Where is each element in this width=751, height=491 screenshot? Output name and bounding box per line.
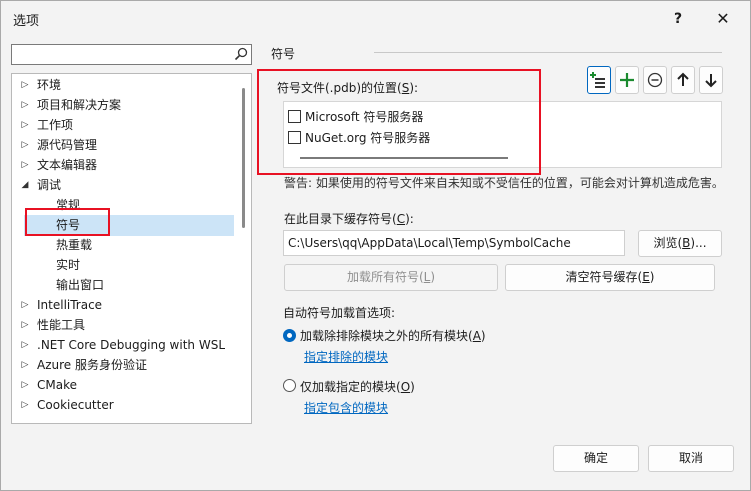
add-location-icon (590, 72, 605, 88)
tree-item-label: 工作项 (37, 118, 74, 132)
tree-item[interactable]: ▷ .NET Core Debugging with WSL (12, 335, 237, 355)
load-only-specified-label[interactable]: 仅加载指定的模块(O) (300, 378, 415, 395)
move-up-icon (677, 72, 689, 86)
add-button[interactable] (615, 66, 639, 94)
tree-item-label: 实时 (56, 258, 81, 272)
tree-item-label: 热重载 (56, 238, 93, 252)
tree-item-label: 源代码管理 (37, 138, 98, 152)
security-warning: 警告: 如果使用的符号文件来自未知或不受信任的位置，可能会对计算机造成危害。 (284, 176, 724, 190)
tree-item[interactable]: ▷ 工作项 (12, 115, 237, 135)
section-divider (374, 52, 722, 53)
tree-item-label: Cookiecutter (37, 398, 114, 412)
tree-scrollbar[interactable] (242, 88, 245, 228)
search-icon[interactable] (233, 46, 249, 62)
remove-icon (647, 72, 663, 88)
plus-icon (620, 73, 634, 87)
search-input[interactable] (11, 44, 252, 65)
tree-item[interactable]: 热重载 (12, 235, 237, 255)
move-down-icon (705, 74, 717, 88)
help-button[interactable]: ? (666, 7, 690, 31)
expand-arrow-icon[interactable]: ▷ (19, 135, 31, 155)
remove-button[interactable] (643, 66, 667, 94)
tree-item-label: 调试 (37, 178, 62, 192)
tree-item-label: 文本编辑器 (37, 158, 98, 172)
collapse-arrow-icon[interactable]: ◢ (19, 175, 31, 195)
section-title: 符号 (271, 47, 296, 61)
tree-item[interactable]: ▷ 环境 (12, 75, 237, 95)
cache-directory-input[interactable]: C:\Users\qq\AppData\Local\Temp\SymbolCac… (283, 230, 625, 256)
tree-item[interactable]: ◢ 调试 (12, 175, 237, 195)
tree-item-label: CMake (37, 378, 77, 392)
add-location-button[interactable] (587, 66, 611, 94)
tree-item[interactable]: ▷ Azure 服务身份验证 (12, 355, 237, 375)
move-down-button[interactable] (699, 66, 723, 94)
clear-symbol-cache-button[interactable]: 清空符号缓存(E) (505, 264, 715, 291)
expand-arrow-icon[interactable]: ▷ (19, 295, 31, 315)
tree-item[interactable]: ▷ 文本编辑器 (12, 155, 237, 175)
nuget-server-label[interactable]: NuGet.org 符号服务器 (305, 129, 430, 146)
expand-arrow-icon[interactable]: ▷ (19, 395, 31, 415)
expand-arrow-icon[interactable]: ▷ (19, 115, 31, 135)
tree-item[interactable]: ▷ Cookiecutter (12, 395, 237, 415)
expand-arrow-icon[interactable]: ▷ (19, 155, 31, 175)
cache-directory-label: 在此目录下缓存符号(C): (284, 212, 414, 226)
load-all-except-excluded-radio[interactable] (283, 329, 296, 342)
title-bar: 选项 ? ✕ (1, 1, 750, 37)
tree-item-label: 项目和解决方案 (37, 98, 122, 112)
tree-item-label: 性能工具 (37, 318, 86, 332)
close-button[interactable]: ✕ (711, 7, 735, 31)
load-all-symbols-button[interactable]: 加载所有符号(L) (284, 264, 498, 291)
expand-arrow-icon[interactable]: ▷ (19, 315, 31, 335)
tree-item-label: 环境 (37, 78, 62, 92)
tree-item[interactable]: 符号 (12, 215, 237, 235)
move-up-button[interactable] (671, 66, 695, 94)
microsoft-server-checkbox[interactable] (288, 110, 301, 123)
tree-item[interactable]: ▷ IntelliTrace (12, 295, 237, 315)
tree-item-label: 符号 (56, 218, 81, 232)
tree-item[interactable]: ▷ 源代码管理 (12, 135, 237, 155)
tree-item-label: .NET Core Debugging with WSL (37, 338, 225, 352)
expand-arrow-icon[interactable]: ▷ (19, 375, 31, 395)
expand-arrow-icon[interactable]: ▷ (19, 335, 31, 355)
tree-item[interactable]: 常规 (12, 195, 237, 215)
cancel-button[interactable]: 取消 (648, 445, 734, 472)
tree-item-label: IntelliTrace (37, 298, 103, 312)
expand-arrow-icon[interactable]: ▷ (19, 355, 31, 375)
browse-button[interactable]: 浏览(B)... (638, 230, 722, 257)
tree-item-label: 常规 (56, 198, 81, 212)
nuget-server-checkbox[interactable] (288, 131, 301, 144)
locations-horizontal-scrollbar[interactable] (300, 157, 508, 159)
tree-item-label: 输出窗口 (56, 278, 105, 292)
expand-arrow-icon[interactable]: ▷ (19, 75, 31, 95)
specify-included-modules-link[interactable]: 指定包含的模块 (304, 399, 388, 416)
tree-item[interactable]: ▷ 性能工具 (12, 315, 237, 335)
tree-item-label: Azure 服务身份验证 (37, 358, 147, 372)
load-all-except-excluded-label[interactable]: 加载除排除模块之外的所有模块(A) (300, 327, 486, 344)
expand-arrow-icon[interactable]: ▷ (19, 95, 31, 115)
microsoft-server-label[interactable]: Microsoft 符号服务器 (305, 108, 423, 125)
options-dialog: 选项 ? ✕ ▷ 环境 ▷ 项目和解决方案 ▷ 工作项 ▷ 源代码管理 ▷ 文本编辑器 ◢ 调试 常规符… (0, 0, 751, 491)
tree-item[interactable]: 实时 (12, 255, 237, 275)
ok-button[interactable]: 确定 (553, 445, 639, 472)
symbol-locations-label: 符号文件(.pdb)的位置(S): (277, 81, 419, 95)
load-only-specified-radio[interactable] (283, 379, 296, 392)
tree-item[interactable]: 输出窗口 (12, 275, 237, 295)
tree-item[interactable]: ▷ 项目和解决方案 (12, 95, 237, 115)
specify-excluded-modules-link[interactable]: 指定排除的模块 (304, 348, 388, 365)
auto-load-preferences-label: 自动符号加载首选项: (283, 306, 396, 320)
window-title: 选项 (13, 14, 40, 29)
tree-item[interactable]: ▷ CMake (12, 375, 237, 395)
symbol-locations-list[interactable]: Microsoft 符号服务器 NuGet.org 符号服务器 (283, 101, 722, 168)
options-tree[interactable]: ▷ 环境 ▷ 项目和解决方案 ▷ 工作项 ▷ 源代码管理 ▷ 文本编辑器 ◢ 调试常规符号热重载实时输… (11, 73, 252, 424)
